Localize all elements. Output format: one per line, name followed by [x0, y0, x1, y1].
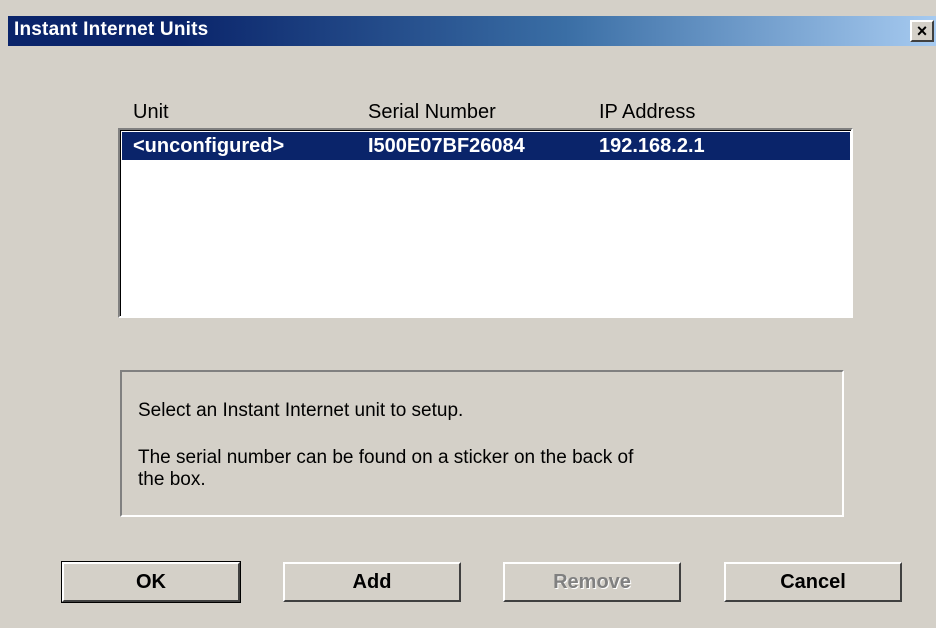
ok-button-label: OK: [136, 570, 166, 593]
ok-button[interactable]: OK: [61, 561, 241, 603]
cancel-button[interactable]: Cancel: [724, 562, 902, 602]
units-listbox[interactable]: <unconfigured> I500E07BF26084 192.168.2.…: [118, 128, 853, 318]
cancel-button-label: Cancel: [780, 570, 846, 593]
remove-button-label: Remove: [553, 570, 631, 593]
title-bar[interactable]: Instant Internet Units ×: [8, 16, 936, 46]
close-button[interactable]: ×: [910, 20, 934, 42]
column-header-ip: IP Address: [599, 101, 696, 123]
info-panel: Select an Instant Internet unit to setup…: [120, 370, 844, 517]
list-item[interactable]: <unconfigured> I500E07BF26084 192.168.2.…: [122, 132, 850, 160]
remove-button[interactable]: Remove: [503, 562, 681, 602]
info-text-serial-hint: The serial number can be found on a stic…: [138, 447, 634, 468]
cell-ip: 192.168.2.1: [599, 135, 705, 157]
close-icon: ×: [916, 20, 928, 41]
cell-serial: I500E07BF26084: [368, 135, 525, 157]
info-text-serial-hint-cont: the box.: [138, 469, 206, 490]
window-title: Instant Internet Units: [14, 19, 209, 40]
listbox-frame: <unconfigured> I500E07BF26084 192.168.2.…: [120, 130, 851, 316]
add-button-label: Add: [352, 570, 392, 593]
add-button[interactable]: Add: [283, 562, 461, 602]
column-header-serial: Serial Number: [368, 101, 496, 123]
column-header-unit: Unit: [133, 101, 169, 123]
dialog-window: Instant Internet Units × Unit Serial Num…: [0, 0, 936, 628]
info-text-instruction: Select an Instant Internet unit to setup…: [138, 400, 464, 421]
cell-unit: <unconfigured>: [133, 135, 285, 157]
